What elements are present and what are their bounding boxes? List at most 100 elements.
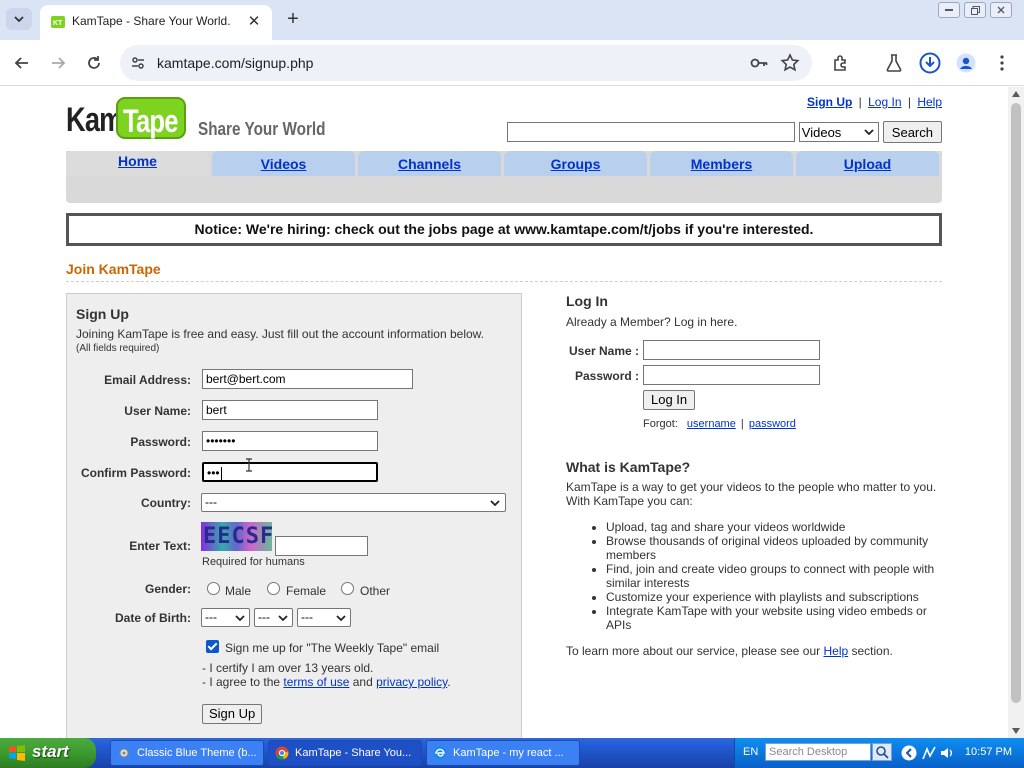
desktop-search-icon[interactable] — [872, 743, 892, 761]
terms-link[interactable]: terms of use — [283, 675, 349, 689]
close-window-icon[interactable] — [990, 2, 1012, 18]
start-button[interactable]: start — [0, 738, 96, 768]
forgot-links: Forgot: username | password — [643, 418, 796, 430]
download-icon[interactable] — [919, 52, 941, 74]
dob-year-select[interactable]: --- — [297, 608, 351, 627]
captcha-input[interactable] — [275, 536, 368, 556]
taskbar-item-theme[interactable]: Classic Blue Theme (b... — [110, 740, 264, 766]
text-cursor — [220, 467, 222, 481]
minimize-icon[interactable] — [938, 2, 960, 18]
login-password-field[interactable] — [643, 365, 820, 385]
password-label: Password: — [130, 435, 191, 449]
bookmark-star-icon[interactable] — [780, 53, 800, 73]
tab-members[interactable]: Members — [650, 151, 793, 176]
signup-submit-button[interactable]: Sign Up — [202, 704, 263, 724]
required-note: (All fields required) — [76, 343, 160, 354]
email-field[interactable]: bert@bert.com — [202, 369, 413, 389]
logo-tape-text: Tape — [123, 103, 178, 139]
signup-link[interactable]: Sign Up — [807, 95, 852, 109]
privacy-link[interactable]: privacy policy — [376, 675, 447, 689]
link-separator: | — [907, 95, 911, 109]
more-menu-icon[interactable] — [991, 52, 1013, 74]
back-arrow-icon[interactable] — [10, 51, 34, 75]
dob-day-select[interactable]: --- — [254, 608, 293, 627]
help-footer-link[interactable]: Help — [823, 644, 848, 658]
page-title: Join KamTape — [66, 261, 161, 277]
newsletter-label: Sign me up for "The Weekly Tape" email — [225, 641, 440, 655]
tab-videos-label[interactable]: Videos — [261, 156, 307, 172]
back-circle-icon[interactable] — [901, 745, 917, 761]
password-key-icon[interactable] — [750, 55, 768, 71]
taskbar-item-kamtape-react[interactable]: KamTape - my react ... — [426, 740, 580, 766]
username-field[interactable]: bert — [202, 400, 378, 420]
account-links: Sign Up | Log In | Help — [807, 95, 942, 109]
signup-title: Sign Up — [76, 306, 129, 322]
page-scrollbar[interactable] — [1008, 87, 1024, 738]
volume-icon[interactable] — [939, 745, 955, 761]
search-category-select[interactable]: Videos — [798, 122, 879, 142]
dob-month-select[interactable]: --- — [201, 608, 250, 627]
tab-members-label[interactable]: Members — [691, 156, 752, 172]
site-info-icon[interactable] — [130, 55, 146, 71]
tab-upload-label[interactable]: Upload — [844, 156, 891, 172]
window-controls — [938, 2, 1012, 18]
forgot-username-link[interactable]: username — [687, 418, 736, 430]
tab-groups[interactable]: Groups — [504, 151, 647, 176]
profile-avatar-icon[interactable] — [955, 52, 977, 74]
taskbar-item-kamtape-active[interactable]: KamTape - Share You... — [268, 740, 422, 766]
help-link[interactable]: Help — [917, 95, 942, 109]
password-field[interactable]: ••••••• — [202, 431, 378, 451]
tab-channels[interactable]: Channels — [358, 151, 501, 176]
forward-arrow-icon[interactable] — [46, 51, 70, 75]
scroll-thumb[interactable] — [1011, 103, 1021, 703]
newsletter-checkbox[interactable] — [206, 640, 219, 653]
labs-flask-icon[interactable] — [883, 52, 905, 74]
login-button[interactable]: Log In — [643, 390, 696, 410]
search-button[interactable]: Search — [882, 121, 942, 143]
reload-icon[interactable] — [82, 51, 106, 75]
tab-videos[interactable]: Videos — [212, 151, 355, 176]
tab-home-label[interactable]: Home — [118, 153, 157, 169]
about-title: What is KamTape? — [566, 459, 691, 475]
restore-icon[interactable] — [964, 2, 986, 18]
kamtape-logo[interactable]: Kam Tape — [66, 97, 188, 141]
network-icon[interactable] — [921, 745, 937, 761]
gender-other-radio[interactable] — [341, 582, 354, 595]
browser-tab-active[interactable]: KT KamTape - Share Your World. ✕ — [40, 5, 272, 40]
login-username-field[interactable] — [643, 340, 820, 360]
login-link[interactable]: Log In — [868, 95, 901, 109]
new-tab-button[interactable]: + — [282, 8, 304, 30]
tab-home[interactable]: Home — [66, 151, 209, 176]
close-tab-icon[interactable]: ✕ — [244, 11, 264, 31]
taskbar-item-label: KamTape - my react ... — [453, 747, 564, 759]
forgot-password-link[interactable]: password — [749, 418, 796, 430]
kamtape-favicon-icon: KT — [51, 16, 65, 28]
login-subtitle: Already a Member? Log in here. — [566, 315, 738, 329]
tab-upload[interactable]: Upload — [796, 151, 939, 176]
chevron-down-icon — [235, 615, 245, 621]
tab-channels-label[interactable]: Channels — [398, 156, 461, 172]
tab-search-button[interactable] — [6, 8, 32, 30]
hiring-notice: Notice: We're hiring: check out the jobs… — [66, 213, 942, 246]
address-bar[interactable]: kamtape.com/signup.php — [120, 45, 812, 81]
search-input[interactable] — [506, 122, 795, 142]
language-indicator[interactable]: EN — [743, 746, 758, 758]
tab-groups-label[interactable]: Groups — [551, 156, 601, 172]
svg-text:KT: KT — [53, 20, 63, 27]
gender-female-radio[interactable] — [267, 582, 280, 595]
scroll-down-arrow-icon[interactable] — [1012, 728, 1020, 734]
gender-male-radio[interactable] — [207, 582, 220, 595]
country-select[interactable]: --- — [201, 493, 506, 512]
url-text[interactable]: kamtape.com/signup.php — [157, 55, 313, 71]
extensions-icon[interactable] — [830, 52, 852, 74]
forgot-separator: | — [740, 418, 744, 430]
desktop-search-input[interactable]: Search Desktop — [765, 743, 871, 761]
ibeam-cursor-icon — [246, 458, 252, 472]
browser-toolbar: kamtape.com/signup.php — [0, 40, 1024, 86]
dob-year-value: --- — [301, 610, 313, 624]
dob-label: Date of Birth: — [115, 611, 191, 625]
list-item: Upload, tag and share your videos worldw… — [606, 520, 942, 534]
scroll-up-arrow-icon[interactable] — [1012, 91, 1020, 97]
clock[interactable]: 10:57 PM — [965, 746, 1012, 758]
confirm-password-field[interactable]: ••• — [202, 462, 378, 482]
